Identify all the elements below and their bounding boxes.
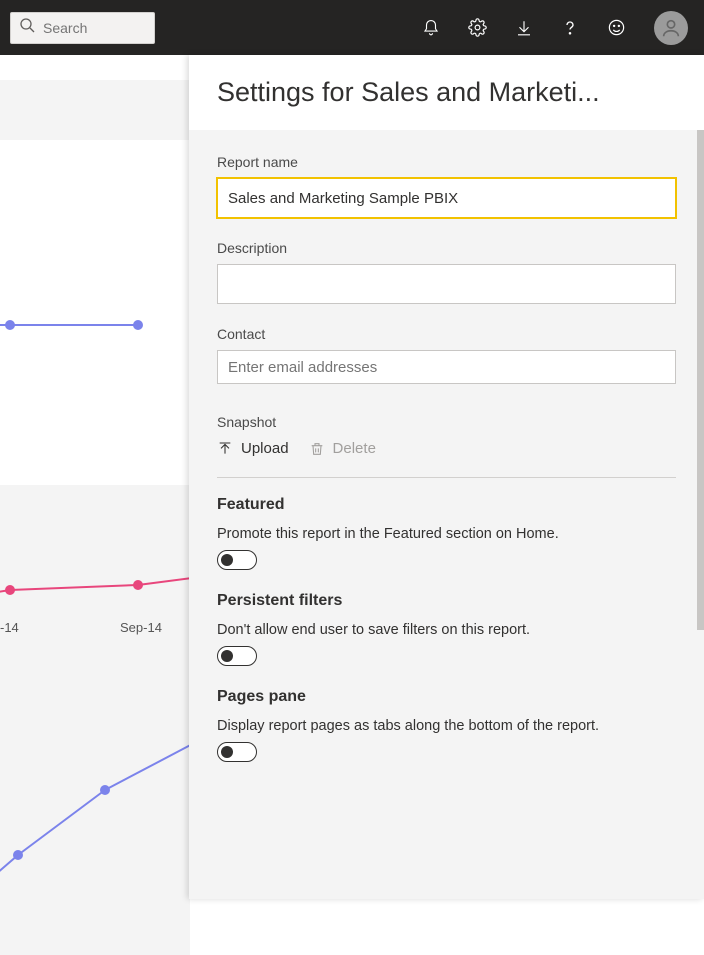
search-icon [19, 17, 35, 38]
search-box[interactable] [10, 12, 155, 44]
axis-label: -14 [0, 620, 19, 635]
divider [217, 477, 676, 478]
featured-desc: Promote this report in the Featured sect… [217, 526, 676, 542]
pages-title: Pages pane [217, 688, 676, 706]
feedback-icon[interactable] [607, 18, 626, 37]
search-input[interactable] [43, 20, 146, 36]
upload-icon [217, 441, 233, 457]
snapshot-label: Snapshot [217, 414, 676, 430]
persistent-desc: Don't allow end user to save filters on … [217, 622, 676, 638]
topbar-icons [422, 11, 694, 45]
report-name-input[interactable] [217, 178, 676, 218]
avatar[interactable] [654, 11, 688, 45]
background-report: -14 Sep-14 [0, 55, 190, 899]
delete-label: Delete [333, 440, 376, 457]
download-icon[interactable] [515, 19, 533, 37]
report-name-label: Report name [217, 154, 676, 170]
delete-button: Delete [309, 440, 376, 457]
persistent-title: Persistent filters [217, 592, 676, 610]
featured-title: Featured [217, 496, 676, 514]
pages-toggle[interactable] [217, 742, 257, 762]
persistent-toggle[interactable] [217, 646, 257, 666]
top-bar [0, 0, 704, 55]
settings-icon[interactable] [468, 18, 487, 37]
delete-icon [309, 441, 325, 457]
axis-label: Sep-14 [120, 620, 162, 635]
notifications-icon[interactable] [422, 19, 440, 37]
description-input[interactable] [217, 264, 676, 304]
featured-toggle[interactable] [217, 550, 257, 570]
upload-button[interactable]: Upload [217, 440, 289, 457]
panel-title: Settings for Sales and Marketi... [217, 77, 676, 108]
panel-body[interactable]: Report name Description Contact Snapshot… [189, 130, 704, 899]
upload-label: Upload [241, 440, 289, 457]
scrollbar[interactable] [697, 130, 704, 630]
contact-input[interactable] [217, 350, 676, 384]
help-icon[interactable] [561, 19, 579, 37]
pages-desc: Display report pages as tabs along the b… [217, 718, 676, 734]
contact-label: Contact [217, 326, 676, 342]
panel-header: Settings for Sales and Marketi... [189, 55, 704, 130]
description-label: Description [217, 240, 676, 256]
settings-panel: Settings for Sales and Marketi... Report… [189, 55, 704, 899]
